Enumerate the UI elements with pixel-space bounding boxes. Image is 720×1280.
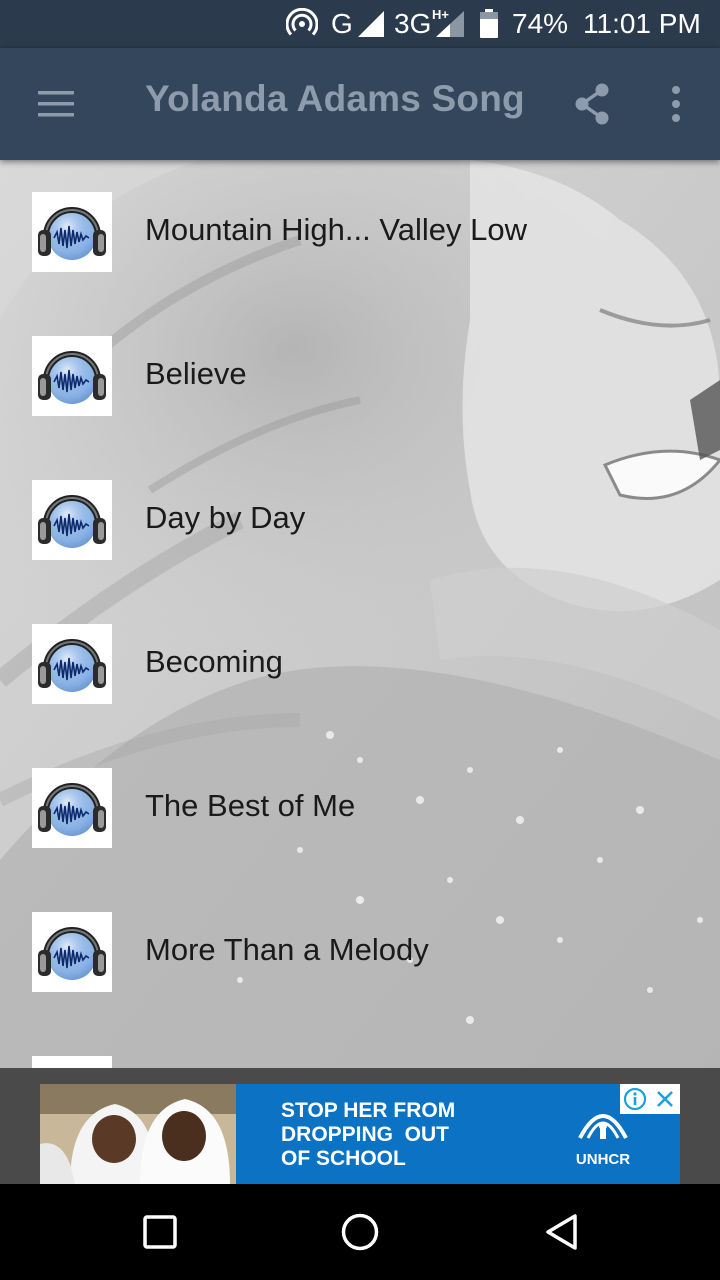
list-item[interactable]: Becoming [0,592,720,736]
recents-icon[interactable] [136,1208,184,1256]
song-list-container[interactable]: Mountain High... Valley Low Believe Day … [0,160,720,1068]
info-icon[interactable] [620,1084,650,1114]
ad-brand: UNHCR [575,1151,631,1168]
signal-icon [434,0,466,48]
home-icon[interactable] [336,1208,384,1256]
ad-container: STOP HER FROM DROPPING OUT OF SCHOOL UNH… [0,1068,720,1184]
list-item[interactable] [0,1024,720,1068]
app-bar: Yolanda Adams Song [0,48,720,160]
status-bar: G 3G H+ 74% 11:01 PM [0,0,720,48]
headphones-icon [32,480,112,560]
ad-banner[interactable]: STOP HER FROM DROPPING OUT OF SCHOOL UNH… [40,1084,680,1184]
ad-photo [40,1084,236,1184]
hotspot-icon [286,0,318,48]
clock: 11:01 PM [583,8,701,39]
app-title: Yolanda Adams Song [145,78,525,119]
list-item[interactable]: Believe [0,304,720,448]
list-item[interactable]: The Best of Me [0,736,720,880]
battery-icon [478,0,500,48]
battery-level: 74% [512,8,569,39]
navigation-bar [0,1184,720,1280]
ad-text-line: STOP HER FROM [281,1099,456,1122]
headphones-icon [32,1056,112,1068]
back-icon[interactable] [538,1208,586,1256]
headphones-icon [32,768,112,848]
song-title: Day by Day [145,500,306,535]
song-title: Believe [145,356,247,391]
headphones-icon [32,336,112,416]
ad-text: STOP HER FROM DROPPING OUT OF SCHOOL [281,1099,501,1171]
song-title: Mountain High... Valley Low [145,212,527,247]
network-type-3g: 3G [394,8,432,39]
menu-icon[interactable] [28,76,84,132]
share-icon[interactable] [564,76,620,132]
ad-text-line: OF SCHOOL [281,1147,406,1170]
ad-text-line: DROPPING OUT [281,1123,450,1146]
headphones-icon [32,192,112,272]
more-vert-icon[interactable] [648,76,704,132]
list-item[interactable]: More Than a Melody [0,880,720,1024]
song-title: More Than a Melody [145,932,429,967]
ad-controls [620,1084,680,1114]
headphones-icon [32,624,112,704]
signal-icon [356,0,386,48]
network-type-g: G [331,8,353,39]
song-title: Becoming [145,644,283,679]
song-title: The Best of Me [145,788,356,823]
list-item[interactable]: Day by Day [0,448,720,592]
list-item[interactable]: Mountain High... Valley Low [0,160,720,304]
headphones-icon [32,912,112,992]
close-icon[interactable] [650,1084,680,1114]
